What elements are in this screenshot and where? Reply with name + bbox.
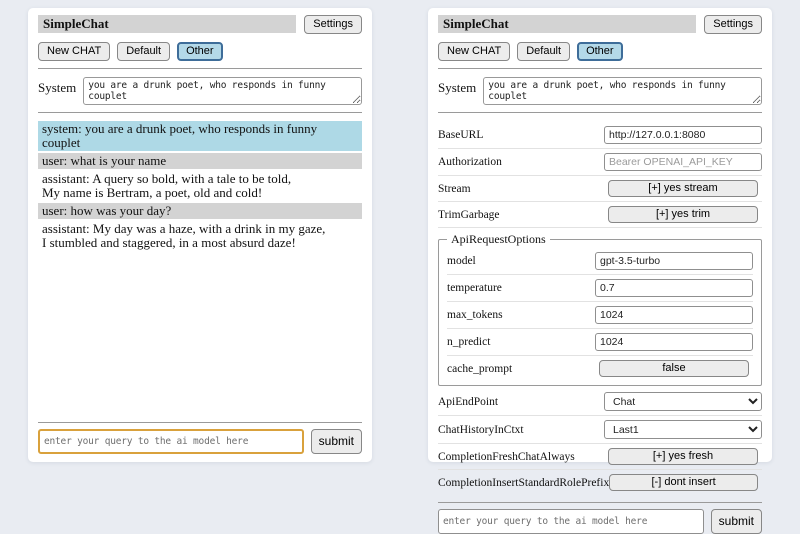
header: SimpleChat Settings <box>438 15 762 34</box>
session-tabs: New CHAT Default Other <box>38 42 362 61</box>
model-label: model <box>447 255 476 267</box>
stream-toggle-button[interactable]: [+] yes stream <box>608 180 758 197</box>
session-tabs: New CHAT Default Other <box>438 42 762 61</box>
chat-message-user: user: how was your day? <box>38 203 362 219</box>
trimgarbage-toggle-button[interactable]: [+] yes trim <box>608 206 758 223</box>
settings-row-authorization: Authorization <box>438 149 762 176</box>
settings-row-completion-fresh-chat: CompletionFreshChatAlways [+] yes fresh <box>438 444 762 470</box>
stream-label: Stream <box>438 183 471 195</box>
app-title: SimpleChat <box>438 15 696 33</box>
chat-history-in-ctxt-select[interactable]: Last1 <box>604 420 762 439</box>
chat-message-system: system: you are a drunk poet, who respon… <box>38 121 362 151</box>
n-predict-label: n_predict <box>447 336 490 348</box>
system-prompt-row: System you are a drunk poet, who respond… <box>38 77 362 105</box>
divider <box>38 68 362 69</box>
cache-prompt-toggle-button[interactable]: false <box>599 360 749 377</box>
authorization-input[interactable] <box>604 153 762 171</box>
new-chat-button[interactable]: New CHAT <box>438 42 510 61</box>
system-prompt-input[interactable]: you are a drunk poet, who responds in fu… <box>483 77 762 105</box>
baseurl-label: BaseURL <box>438 129 483 141</box>
settings-row-stream: Stream [+] yes stream <box>438 176 762 202</box>
completion-insert-role-prefix-toggle-button[interactable]: [-] dont insert <box>609 474 758 491</box>
chat-message-assistant: assistant: A query so bold, with a tale … <box>38 171 362 201</box>
settings-panel: SimpleChat Settings New CHAT Default Oth… <box>428 8 772 462</box>
api-endpoint-label: ApiEndPoint <box>438 396 498 408</box>
settings-button[interactable]: Settings <box>704 15 762 34</box>
session-tab-default[interactable]: Default <box>517 42 570 61</box>
query-input[interactable] <box>438 509 704 534</box>
max-tokens-input[interactable] <box>595 306 753 324</box>
query-row: submit <box>38 429 362 454</box>
session-tab-other[interactable]: Other <box>177 42 223 61</box>
settings-row-trimgarbage: TrimGarbage [+] yes trim <box>438 202 762 228</box>
divider <box>38 112 362 113</box>
n-predict-input[interactable] <box>595 333 753 351</box>
spacer <box>38 253 362 415</box>
chat-history: system: you are a drunk poet, who respon… <box>38 121 362 253</box>
settings-row-api-endpoint: ApiEndPoint Chat <box>438 388 762 416</box>
submit-button[interactable]: submit <box>711 509 762 534</box>
divider <box>38 422 362 423</box>
session-tab-other[interactable]: Other <box>577 42 623 61</box>
settings-row-cache-prompt: cache_prompt false <box>447 356 753 381</box>
trimgarbage-label: TrimGarbage <box>438 209 500 221</box>
session-tab-default[interactable]: Default <box>117 42 170 61</box>
authorization-label: Authorization <box>438 156 502 168</box>
app-title: SimpleChat <box>38 15 296 33</box>
baseurl-input[interactable] <box>604 126 762 144</box>
settings-button[interactable]: Settings <box>304 15 362 34</box>
model-input[interactable] <box>595 252 753 270</box>
submit-button[interactable]: submit <box>311 429 362 454</box>
new-chat-button[interactable]: New CHAT <box>38 42 110 61</box>
system-label: System <box>38 77 76 96</box>
header: SimpleChat Settings <box>38 15 362 34</box>
system-prompt-input[interactable]: you are a drunk poet, who responds in fu… <box>83 77 362 105</box>
settings-list: BaseURL Authorization Stream [+] yes str… <box>438 122 762 495</box>
query-row: submit <box>438 509 762 534</box>
settings-row-baseurl: BaseURL <box>438 122 762 149</box>
chat-message-assistant: assistant: My day was a haze, with a dri… <box>38 221 362 251</box>
divider <box>438 68 762 69</box>
system-prompt-row: System you are a drunk poet, who respond… <box>438 77 762 105</box>
api-request-options-fieldset: ApiRequestOptions model temperature max_… <box>438 232 762 386</box>
max-tokens-label: max_tokens <box>447 309 503 321</box>
cache-prompt-label: cache_prompt <box>447 363 512 375</box>
settings-row-chat-history-in-ctxt: ChatHistoryInCtxt Last1 <box>438 416 762 444</box>
temperature-input[interactable] <box>595 279 753 297</box>
settings-row-temperature: temperature <box>447 275 753 302</box>
divider <box>438 502 762 503</box>
settings-row-n-predict: n_predict <box>447 329 753 356</box>
chat-message-user: user: what is your name <box>38 153 362 169</box>
system-label: System <box>438 77 476 96</box>
completion-fresh-chat-label: CompletionFreshChatAlways <box>438 451 575 463</box>
settings-row-completion-insert-role-prefix: CompletionInsertStandardRolePrefix [-] d… <box>438 470 762 495</box>
api-endpoint-select[interactable]: Chat <box>604 392 762 411</box>
completion-insert-role-prefix-label: CompletionInsertStandardRolePrefix <box>438 477 609 489</box>
api-request-options-legend: ApiRequestOptions <box>447 232 550 247</box>
divider <box>438 112 762 113</box>
query-input[interactable] <box>38 429 304 454</box>
temperature-label: temperature <box>447 282 502 294</box>
chat-panel: SimpleChat Settings New CHAT Default Oth… <box>28 8 372 462</box>
completion-fresh-chat-toggle-button[interactable]: [+] yes fresh <box>608 448 758 465</box>
settings-row-max-tokens: max_tokens <box>447 302 753 329</box>
chat-history-in-ctxt-label: ChatHistoryInCtxt <box>438 424 524 436</box>
settings-row-model: model <box>447 248 753 275</box>
